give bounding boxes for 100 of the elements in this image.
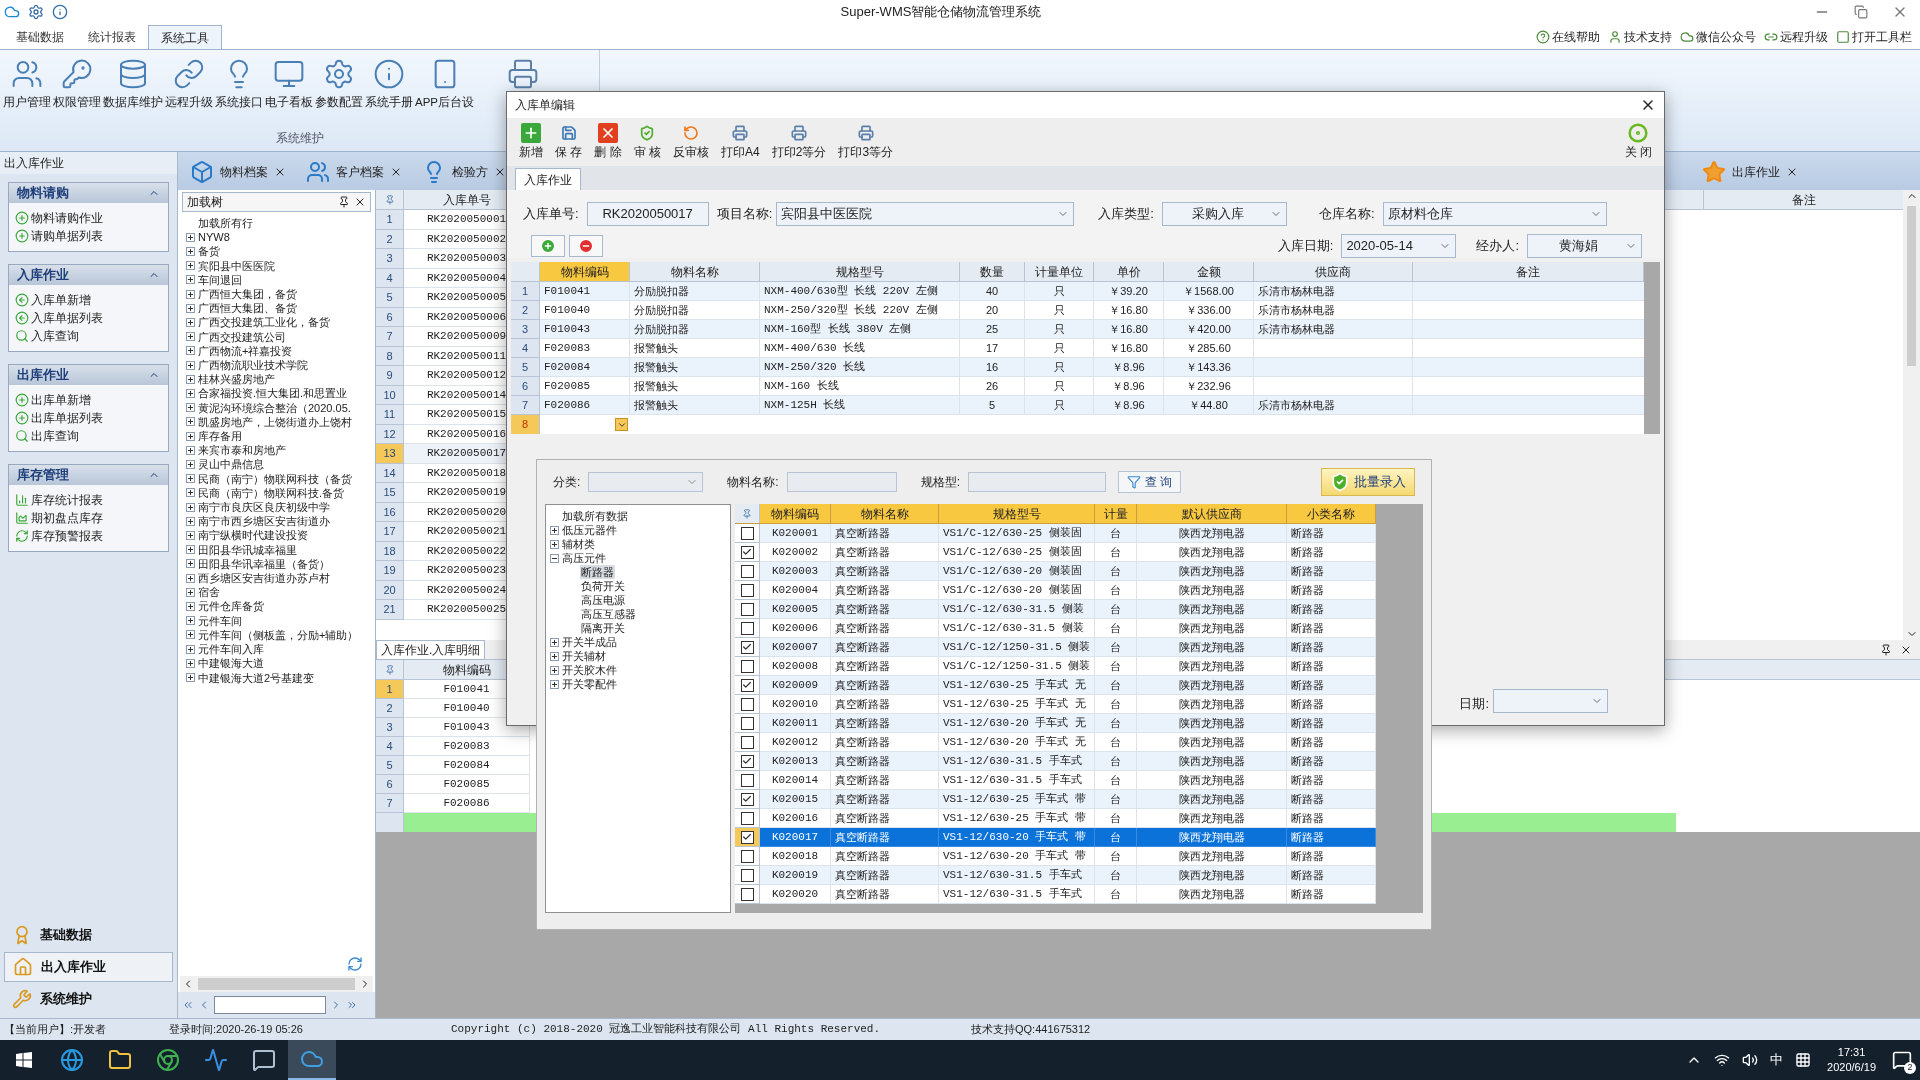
globe-icon[interactable]: [60, 1048, 84, 1072]
expand-icon[interactable]: [186, 445, 195, 455]
spec-field[interactable]: [968, 472, 1107, 492]
ribbon-button[interactable]: 远程升级: [164, 58, 214, 112]
speaker-icon[interactable]: [1742, 1052, 1759, 1068]
tree-item[interactable]: 开关辅材: [562, 649, 606, 663]
tree-item[interactable]: 加载所有行: [198, 216, 253, 231]
ribbon-button[interactable]: 系统手册: [364, 58, 414, 112]
expand-icon[interactable]: [186, 545, 195, 555]
tree-item[interactable]: 负荷开关: [580, 579, 626, 593]
expand-icon[interactable]: [186, 332, 195, 342]
nav-link[interactable]: 出库单新增: [31, 391, 91, 409]
horizontal-scrollbar[interactable]: [180, 976, 373, 992]
add-row-button[interactable]: [531, 235, 565, 257]
tree-item[interactable]: 广西交投建筑工业化，备货: [198, 315, 330, 330]
help-link[interactable]: 技术支持: [1624, 28, 1672, 46]
ribbon-button[interactable]: 电子看板: [264, 58, 314, 112]
tree-item[interactable]: 广西物流职业技术学院: [198, 358, 308, 373]
type-dropdown[interactable]: 采购入库: [1161, 202, 1287, 226]
tree-item[interactable]: 高压元件: [562, 551, 606, 565]
expand-icon[interactable]: [186, 531, 195, 541]
nav-link[interactable]: 出库查询: [31, 427, 79, 445]
tree-item[interactable]: 中建银海大道2号基建变: [198, 670, 315, 685]
close-button[interactable]: 关 闭: [1620, 123, 1656, 161]
clock[interactable]: 17:31 2020/6/19: [1823, 1045, 1880, 1075]
wifi-icon[interactable]: [1714, 1052, 1731, 1068]
ribbon-button[interactable]: 参数配置: [314, 58, 364, 112]
expand-icon[interactable]: [550, 637, 559, 647]
nav-group-header[interactable]: 入库作业: [9, 265, 168, 285]
nav-group-header[interactable]: 库存管理: [9, 465, 168, 485]
tree-item[interactable]: 元件车间入库: [198, 642, 264, 657]
remove-row-button[interactable]: [569, 235, 603, 257]
tree-item[interactable]: 低压元器件: [562, 523, 617, 537]
tree-item[interactable]: 开关胶木件: [562, 663, 617, 677]
tree-item[interactable]: 宿舍: [198, 585, 220, 600]
expand-icon[interactable]: [186, 275, 195, 285]
query-button[interactable]: 查 询: [1118, 471, 1182, 493]
toolbar-button[interactable]: 审 核: [629, 123, 666, 161]
row-checkbox[interactable]: [740, 887, 754, 901]
row-checkbox[interactable]: [740, 735, 754, 749]
row-checkbox[interactable]: [740, 773, 754, 787]
toolbar-button[interactable]: 打印3等分: [834, 123, 898, 161]
row-checkbox[interactable]: [740, 526, 754, 540]
close-icon[interactable]: [274, 166, 286, 178]
row-checkbox[interactable]: [740, 868, 754, 882]
expand-icon[interactable]: [550, 525, 559, 535]
tree-item[interactable]: 灵山中鼎信息: [198, 457, 264, 472]
keyboard-icon[interactable]: [1795, 1052, 1812, 1068]
tree-item[interactable]: 元件车间: [198, 613, 242, 628]
close-icon[interactable]: [354, 196, 366, 208]
row-checkbox[interactable]: [740, 811, 754, 825]
tree-item[interactable]: 民商（南宁）物联网科技.备货: [198, 485, 345, 501]
expand-icon[interactable]: [186, 318, 195, 327]
chat-icon[interactable]: [252, 1048, 276, 1072]
toolbar-button[interactable]: 反审核: [669, 123, 714, 161]
nav-group-header[interactable]: 物料请购: [9, 183, 168, 203]
tree-item[interactable]: 库存备用: [198, 429, 242, 444]
tree-item[interactable]: 加载所有数据: [562, 509, 628, 523]
nav-link[interactable]: 请购单据列表: [31, 227, 103, 245]
restore-icon[interactable]: [1854, 5, 1868, 19]
tree-item[interactable]: 宾阳县中医医院: [198, 258, 275, 273]
expand-icon[interactable]: [550, 665, 559, 675]
detail-tab[interactable]: 入库作业.入库明细: [376, 639, 486, 660]
row-checkbox[interactable]: [740, 659, 754, 673]
nav-section-button[interactable]: 基础数据: [4, 920, 173, 950]
ribbon-button[interactable]: APP后台设: [414, 58, 475, 112]
browser-icon[interactable]: [156, 1048, 180, 1072]
pin-icon[interactable]: [338, 196, 350, 208]
tree-item[interactable]: 备货: [198, 244, 220, 259]
toolbar-button[interactable]: 打印A4: [717, 123, 764, 161]
tree-item[interactable]: 南宁市西乡塘区安吉街道办: [198, 514, 330, 529]
help-link[interactable]: 微信公众号: [1696, 28, 1756, 46]
expand-icon[interactable]: [186, 460, 195, 470]
expand-icon[interactable]: [186, 658, 195, 668]
batch-entry-button[interactable]: 批量录入: [1321, 468, 1415, 496]
tree-item[interactable]: 南宁市良庆区良庆初级中学: [198, 500, 330, 515]
expand-icon[interactable]: [186, 261, 195, 271]
row-checkbox[interactable]: [740, 545, 754, 559]
tree-item[interactable]: NYW8: [198, 230, 230, 245]
expand-icon[interactable]: [186, 587, 195, 597]
page-input-field[interactable]: [214, 996, 326, 1014]
expand-icon[interactable]: [186, 516, 195, 526]
expand-icon[interactable]: [186, 630, 195, 640]
expand-icon[interactable]: [186, 502, 195, 512]
expand-icon[interactable]: [186, 374, 195, 384]
expand-icon[interactable]: [186, 346, 195, 356]
scrollbar-thumb[interactable]: [1907, 206, 1916, 366]
tree-item[interactable]: 民商（南宁）物联网科技（备货: [198, 471, 352, 486]
refresh-icon[interactable]: [347, 956, 363, 972]
toolbar-button[interactable]: 新增: [515, 123, 547, 161]
tree-item[interactable]: 合家福投资.恒大集团.和思置业: [198, 386, 348, 401]
ribbon-button[interactable]: 数据库维护: [102, 58, 164, 112]
ribbon-button[interactable]: 用户管理: [2, 58, 52, 112]
expand-icon[interactable]: [186, 488, 195, 498]
order-number-field[interactable]: RK2020050017: [586, 202, 709, 226]
expand-icon[interactable]: [186, 559, 195, 569]
expand-icon[interactable]: [186, 602, 195, 612]
document-tab[interactable]: 客户档案: [336, 163, 384, 181]
tree-item[interactable]: 辅材类: [562, 537, 595, 551]
expand-icon[interactable]: [550, 651, 559, 661]
